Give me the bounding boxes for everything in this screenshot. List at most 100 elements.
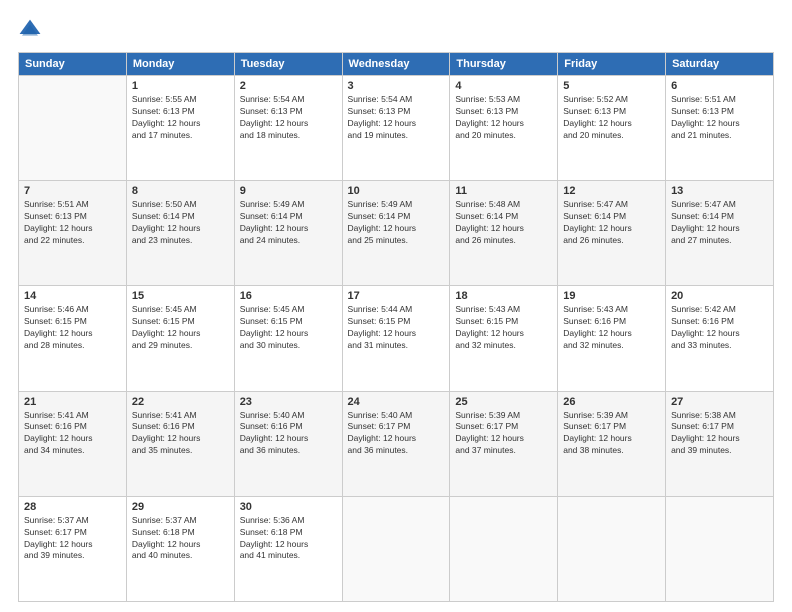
- day-info: Sunrise: 5:46 AM Sunset: 6:15 PM Dayligh…: [24, 304, 121, 352]
- day-info: Sunrise: 5:54 AM Sunset: 6:13 PM Dayligh…: [348, 94, 445, 142]
- day-cell: 9Sunrise: 5:49 AM Sunset: 6:14 PM Daylig…: [234, 181, 342, 286]
- day-info: Sunrise: 5:49 AM Sunset: 6:14 PM Dayligh…: [240, 199, 337, 247]
- day-cell: 10 Sunrise: 5:49 AM Sunset: 6:14 PM Dayli…: [342, 181, 450, 286]
- calendar-header: SundayMondayTuesdayWednesdayThursdayFrid…: [19, 53, 774, 76]
- day-cell: [666, 496, 774, 601]
- day-info: Sunrise: 5:49 AM Sunset: 6:14 PM Dayligh…: [348, 199, 445, 247]
- day-info: Sunrise: 5:37 AM Sunset: 6:18 PM Dayligh…: [132, 515, 229, 563]
- day-info: Sunrise: 5:40 AM Sunset: 6:16 PM Dayligh…: [240, 410, 337, 458]
- week-row-1: 1 Sunrise: 5:55 AM Sunset: 6:13 PM Daylig…: [19, 76, 774, 181]
- day-number: 15: [132, 290, 229, 302]
- day-number: 26: [563, 396, 660, 408]
- day-cell: [19, 76, 127, 181]
- calendar-table: SundayMondayTuesdayWednesdayThursdayFrid…: [18, 52, 774, 602]
- day-number: 2: [240, 80, 337, 92]
- day-info: Sunrise: 5:51 AM Sunset: 6:13 PM Dayligh…: [671, 94, 768, 142]
- day-number: 20: [671, 290, 768, 302]
- day-cell: 14 Sunrise: 5:46 AM Sunset: 6:15 PM Dayli…: [19, 286, 127, 391]
- week-row-4: 21 Sunrise: 5:41 AM Sunset: 6:16 PM Dayli…: [19, 391, 774, 496]
- day-number: 7: [24, 185, 121, 197]
- day-cell: 4 Sunrise: 5:53 AM Sunset: 6:13 PM Daylig…: [450, 76, 558, 181]
- day-cell: 23Sunrise: 5:40 AM Sunset: 6:16 PM Dayli…: [234, 391, 342, 496]
- day-info: Sunrise: 5:41 AM Sunset: 6:16 PM Dayligh…: [24, 410, 121, 458]
- day-info: Sunrise: 5:47 AM Sunset: 6:14 PM Dayligh…: [563, 199, 660, 247]
- day-cell: 16Sunrise: 5:45 AM Sunset: 6:15 PM Dayli…: [234, 286, 342, 391]
- day-cell: 17 Sunrise: 5:44 AM Sunset: 6:15 PM Dayli…: [342, 286, 450, 391]
- day-cell: 15 Sunrise: 5:45 AM Sunset: 6:15 PM Dayli…: [126, 286, 234, 391]
- day-number: 3: [348, 80, 445, 92]
- day-cell: [450, 496, 558, 601]
- day-info: Sunrise: 5:53 AM Sunset: 6:13 PM Dayligh…: [455, 94, 552, 142]
- day-number: 14: [24, 290, 121, 302]
- day-info: Sunrise: 5:44 AM Sunset: 6:15 PM Dayligh…: [348, 304, 445, 352]
- calendar-body: 1 Sunrise: 5:55 AM Sunset: 6:13 PM Daylig…: [19, 76, 774, 602]
- week-row-3: 14 Sunrise: 5:46 AM Sunset: 6:15 PM Dayli…: [19, 286, 774, 391]
- day-cell: 19 Sunrise: 5:43 AM Sunset: 6:16 PM Dayli…: [558, 286, 666, 391]
- day-number: 18: [455, 290, 552, 302]
- day-number: 13: [671, 185, 768, 197]
- day-cell: 27 Sunrise: 5:38 AM Sunset: 6:17 PM Dayli…: [666, 391, 774, 496]
- day-number: 1: [132, 80, 229, 92]
- day-info: Sunrise: 5:38 AM Sunset: 6:17 PM Dayligh…: [671, 410, 768, 458]
- day-cell: [342, 496, 450, 601]
- day-info: Sunrise: 5:42 AM Sunset: 6:16 PM Dayligh…: [671, 304, 768, 352]
- page: SundayMondayTuesdayWednesdayThursdayFrid…: [0, 0, 792, 612]
- day-cell: 2Sunrise: 5:54 AM Sunset: 6:13 PM Daylig…: [234, 76, 342, 181]
- day-cell: 28 Sunrise: 5:37 AM Sunset: 6:17 PM Dayli…: [19, 496, 127, 601]
- header-cell-wednesday: Wednesday: [342, 53, 450, 76]
- day-info: Sunrise: 5:39 AM Sunset: 6:17 PM Dayligh…: [455, 410, 552, 458]
- day-info: Sunrise: 5:43 AM Sunset: 6:16 PM Dayligh…: [563, 304, 660, 352]
- header-row: SundayMondayTuesdayWednesdayThursdayFrid…: [19, 53, 774, 76]
- week-row-5: 28 Sunrise: 5:37 AM Sunset: 6:17 PM Dayli…: [19, 496, 774, 601]
- day-number: 16: [240, 290, 337, 302]
- day-number: 5: [563, 80, 660, 92]
- day-info: Sunrise: 5:36 AM Sunset: 6:18 PM Dayligh…: [240, 515, 337, 563]
- day-cell: 6 Sunrise: 5:51 AM Sunset: 6:13 PM Daylig…: [666, 76, 774, 181]
- day-number: 24: [348, 396, 445, 408]
- header-cell-friday: Friday: [558, 53, 666, 76]
- header: [18, 18, 774, 42]
- day-info: Sunrise: 5:52 AM Sunset: 6:13 PM Dayligh…: [563, 94, 660, 142]
- day-number: 28: [24, 501, 121, 513]
- day-info: Sunrise: 5:51 AM Sunset: 6:13 PM Dayligh…: [24, 199, 121, 247]
- day-cell: [558, 496, 666, 601]
- day-number: 27: [671, 396, 768, 408]
- day-info: Sunrise: 5:45 AM Sunset: 6:15 PM Dayligh…: [132, 304, 229, 352]
- day-info: Sunrise: 5:55 AM Sunset: 6:13 PM Dayligh…: [132, 94, 229, 142]
- day-number: 6: [671, 80, 768, 92]
- day-cell: 11Sunrise: 5:48 AM Sunset: 6:14 PM Dayli…: [450, 181, 558, 286]
- header-cell-sunday: Sunday: [19, 53, 127, 76]
- day-info: Sunrise: 5:43 AM Sunset: 6:15 PM Dayligh…: [455, 304, 552, 352]
- day-cell: 13 Sunrise: 5:47 AM Sunset: 6:14 PM Dayli…: [666, 181, 774, 286]
- day-cell: 18 Sunrise: 5:43 AM Sunset: 6:15 PM Dayli…: [450, 286, 558, 391]
- day-cell: 1 Sunrise: 5:55 AM Sunset: 6:13 PM Daylig…: [126, 76, 234, 181]
- day-info: Sunrise: 5:37 AM Sunset: 6:17 PM Dayligh…: [24, 515, 121, 563]
- day-cell: 30Sunrise: 5:36 AM Sunset: 6:18 PM Dayli…: [234, 496, 342, 601]
- header-cell-saturday: Saturday: [666, 53, 774, 76]
- header-cell-tuesday: Tuesday: [234, 53, 342, 76]
- day-info: Sunrise: 5:39 AM Sunset: 6:17 PM Dayligh…: [563, 410, 660, 458]
- day-number: 25: [455, 396, 552, 408]
- day-number: 17: [348, 290, 445, 302]
- day-number: 8: [132, 185, 229, 197]
- day-cell: 3 Sunrise: 5:54 AM Sunset: 6:13 PM Daylig…: [342, 76, 450, 181]
- day-number: 19: [563, 290, 660, 302]
- day-cell: 7 Sunrise: 5:51 AM Sunset: 6:13 PM Daylig…: [19, 181, 127, 286]
- day-info: Sunrise: 5:40 AM Sunset: 6:17 PM Dayligh…: [348, 410, 445, 458]
- day-number: 10: [348, 185, 445, 197]
- day-number: 21: [24, 396, 121, 408]
- day-number: 29: [132, 501, 229, 513]
- day-cell: 20 Sunrise: 5:42 AM Sunset: 6:16 PM Dayli…: [666, 286, 774, 391]
- logo-icon: [18, 18, 42, 42]
- day-info: Sunrise: 5:47 AM Sunset: 6:14 PM Dayligh…: [671, 199, 768, 247]
- header-cell-thursday: Thursday: [450, 53, 558, 76]
- logo: [18, 18, 46, 42]
- week-row-2: 7 Sunrise: 5:51 AM Sunset: 6:13 PM Daylig…: [19, 181, 774, 286]
- day-cell: 8Sunrise: 5:50 AM Sunset: 6:14 PM Daylig…: [126, 181, 234, 286]
- day-cell: 24 Sunrise: 5:40 AM Sunset: 6:17 PM Dayli…: [342, 391, 450, 496]
- day-cell: 12Sunrise: 5:47 AM Sunset: 6:14 PM Dayli…: [558, 181, 666, 286]
- day-cell: 5 Sunrise: 5:52 AM Sunset: 6:13 PM Daylig…: [558, 76, 666, 181]
- day-cell: 21 Sunrise: 5:41 AM Sunset: 6:16 PM Dayli…: [19, 391, 127, 496]
- day-number: 4: [455, 80, 552, 92]
- header-cell-monday: Monday: [126, 53, 234, 76]
